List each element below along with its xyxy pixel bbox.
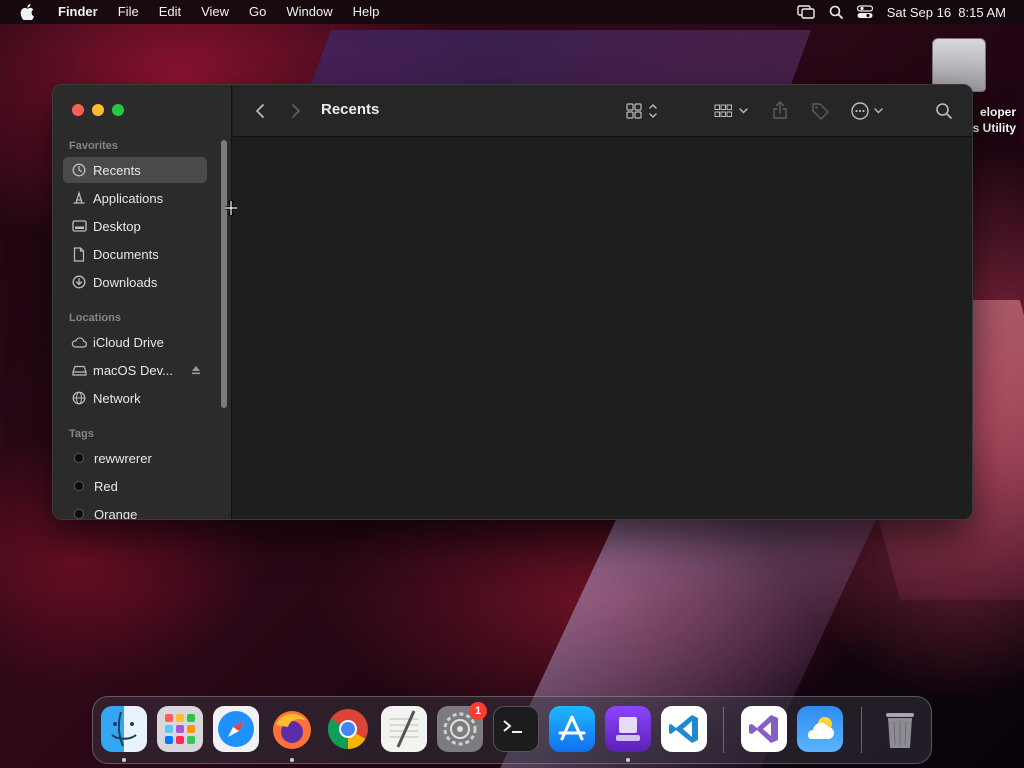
zoom-window-button[interactable] xyxy=(112,104,124,116)
tag-icon xyxy=(812,103,829,120)
file-content-area[interactable] xyxy=(233,137,972,519)
resize-cursor-icon xyxy=(224,200,238,221)
firefox-icon[interactable] xyxy=(269,706,315,752)
menu-edit[interactable]: Edit xyxy=(149,0,191,24)
sidebar-item-documents[interactable]: Documents xyxy=(63,241,207,267)
sidebar-tag-orange[interactable]: Orange xyxy=(63,501,207,520)
icon-grid-icon xyxy=(626,103,657,119)
weather-icon[interactable] xyxy=(797,706,843,752)
sidebar-item-label: Red xyxy=(94,478,118,494)
menu-go[interactable]: Go xyxy=(239,0,276,24)
running-indicator xyxy=(290,758,294,762)
finder-icon[interactable] xyxy=(101,706,147,752)
launchpad-icon[interactable] xyxy=(157,706,203,752)
menu-bar: Finder File Edit View Go Window Help Sat… xyxy=(0,0,1024,24)
locations-header: Locations xyxy=(69,312,121,324)
search-button[interactable] xyxy=(934,101,954,121)
desktop-icon xyxy=(71,218,87,234)
eject-icon[interactable] xyxy=(191,363,201,378)
chevron-left-icon xyxy=(256,104,264,118)
clock-icon xyxy=(71,162,87,178)
share-icon xyxy=(773,101,787,119)
vscode-icon[interactable] xyxy=(661,706,707,752)
sidebar-item-label: rewwrerer xyxy=(94,450,152,466)
back-button[interactable] xyxy=(251,101,269,121)
menu-view[interactable]: View xyxy=(191,0,239,24)
dock-separator xyxy=(723,707,724,753)
textedit-icon[interactable] xyxy=(381,706,427,752)
sidebar-tag-red[interactable]: Red xyxy=(63,473,207,499)
sidebar-item-macos-dev[interactable]: macOS Dev... xyxy=(63,357,207,383)
window-title: Recents xyxy=(321,101,380,118)
applications-icon xyxy=(71,190,87,206)
sidebar-item-label: Applications xyxy=(93,190,164,206)
group-by-button[interactable] xyxy=(713,101,751,121)
menu-window[interactable]: Window xyxy=(276,0,342,24)
document-icon xyxy=(71,246,87,262)
notification-badge: 1 xyxy=(469,702,487,720)
terminal-icon[interactable] xyxy=(493,706,539,752)
control-center-icon[interactable] xyxy=(856,5,873,19)
sidebar-item-network[interactable]: Network xyxy=(63,385,207,411)
action-menu-button[interactable] xyxy=(849,100,889,122)
sidebar-item-label: Documents xyxy=(93,246,159,262)
dock-separator xyxy=(861,707,862,753)
sidebar-item-downloads[interactable]: Downloads xyxy=(63,269,207,295)
group-grid-icon xyxy=(714,104,748,117)
favorites-header: Favorites xyxy=(69,140,118,152)
tag-color-dot xyxy=(74,481,84,491)
sidebar-item-label: iCloud Drive xyxy=(93,334,164,350)
tag-color-dot xyxy=(74,509,84,519)
menu-app-name[interactable]: Finder xyxy=(48,0,108,24)
screen-mirroring-icon[interactable] xyxy=(797,5,815,19)
view-mode-button[interactable] xyxy=(625,101,661,121)
downloads-icon xyxy=(71,274,87,290)
sidebar-item-label: Orange xyxy=(94,506,138,520)
share-button[interactable] xyxy=(770,99,790,121)
window-controls xyxy=(72,104,124,116)
drive-icon xyxy=(71,362,87,378)
search-icon xyxy=(936,103,952,119)
dock: 1 xyxy=(92,696,932,764)
tag-button[interactable] xyxy=(809,100,831,122)
sidebar-item-label: Downloads xyxy=(93,274,158,290)
disk-utility-icon[interactable] xyxy=(605,706,651,752)
globe-icon xyxy=(71,390,87,406)
sidebar-item-icloud-drive[interactable]: iCloud Drive xyxy=(63,329,207,355)
forward-button[interactable] xyxy=(287,101,305,121)
trash-icon[interactable] xyxy=(877,706,923,752)
sidebar-item-label: macOS Dev... xyxy=(93,362,173,378)
ellipsis-circle-icon xyxy=(851,102,883,120)
sidebar-item-desktop[interactable]: Desktop xyxy=(63,213,207,239)
sidebar-item-applications[interactable]: Applications xyxy=(63,185,207,211)
finder-window: Favorites Recents Applications Desktop D… xyxy=(52,84,973,520)
tags-header: Tags xyxy=(69,428,94,440)
finder-toolbar: Recents xyxy=(233,85,972,137)
menu-file[interactable]: File xyxy=(108,0,149,24)
close-window-button[interactable] xyxy=(72,104,84,116)
chevron-right-icon xyxy=(292,104,300,118)
running-indicator xyxy=(626,758,630,762)
visual-studio-icon[interactable] xyxy=(741,706,787,752)
sidebar-tag-rewwrerer[interactable]: rewwrerer xyxy=(63,445,207,471)
sidebar-item-label: Recents xyxy=(93,162,141,178)
apple-menu-icon[interactable] xyxy=(18,3,36,21)
minimize-window-button[interactable] xyxy=(92,104,104,116)
menu-help[interactable]: Help xyxy=(343,0,390,24)
safari-icon[interactable] xyxy=(213,706,259,752)
appstore-icon[interactable] xyxy=(549,706,595,752)
running-indicator xyxy=(122,758,126,762)
tag-color-dot xyxy=(74,453,84,463)
menu-clock[interactable]: Sat Sep 16 8:15 AM xyxy=(887,5,1006,20)
cloud-icon xyxy=(71,334,87,350)
sidebar-item-recents[interactable]: Recents xyxy=(63,157,207,183)
spotlight-search-icon[interactable] xyxy=(829,5,843,19)
sidebar-item-label: Desktop xyxy=(93,218,141,234)
sidebar-scrollbar[interactable] xyxy=(221,140,227,408)
finder-sidebar: Favorites Recents Applications Desktop D… xyxy=(53,85,232,519)
chrome-icon[interactable] xyxy=(325,706,371,752)
sidebar-item-label: Network xyxy=(93,390,141,406)
